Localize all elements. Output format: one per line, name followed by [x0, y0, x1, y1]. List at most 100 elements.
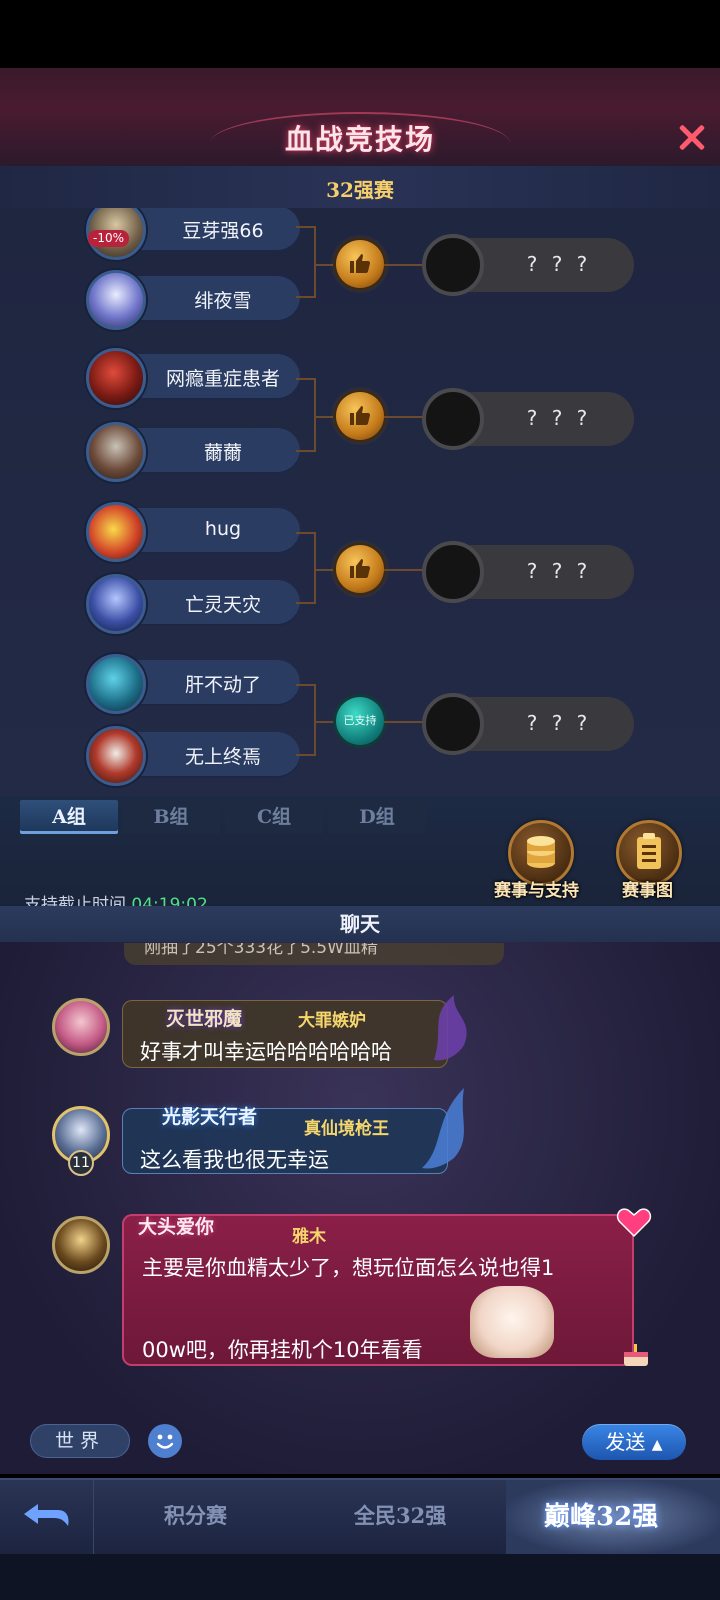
bracket-player[interactable]: 无上终焉	[86, 726, 300, 786]
bracket-player[interactable]: 绯夜雪	[86, 270, 300, 330]
bracket-connector	[316, 569, 336, 571]
winner-avatar-placeholder	[422, 693, 484, 755]
player-avatar	[86, 270, 146, 330]
chat-input[interactable]	[190, 1426, 578, 1458]
vip-level-badge: 11	[68, 1150, 94, 1176]
chat-avatar[interactable]	[52, 998, 110, 1056]
page-title: 血战竞技场	[284, 123, 435, 156]
coins-icon	[527, 836, 555, 868]
blue-wing-icon	[422, 1088, 464, 1169]
tab-group-b[interactable]: B组	[122, 800, 220, 834]
demon-wing-icon	[434, 995, 467, 1061]
bracket-connector	[384, 416, 424, 418]
winner-slot: ? ? ?	[422, 234, 634, 296]
player-name: 肝不动了	[184, 674, 261, 696]
event-chart-label: 赛事图	[622, 881, 673, 901]
bracket-connector	[316, 721, 336, 723]
arrow-up-icon: ▲	[651, 1437, 663, 1453]
winner-avatar-placeholder	[422, 234, 484, 296]
winner-name: ? ? ?	[526, 559, 592, 583]
status-bar-area	[0, 0, 720, 68]
chat-title-plate: 光影天行者	[162, 1106, 258, 1128]
player-avatar	[86, 654, 146, 714]
chat-nickname: 雅木	[292, 1227, 326, 1247]
thumbs-up-icon	[350, 254, 371, 273]
player-name: 薾薾	[203, 442, 242, 464]
send-button[interactable]: 发送 ▲	[582, 1424, 686, 1460]
bracket-player[interactable]: hug	[86, 502, 300, 562]
player-avatar	[86, 726, 146, 786]
winner-slot: ? ? ?	[422, 388, 634, 450]
supported-badge: 已支持	[336, 697, 384, 745]
bracket-connector	[316, 416, 336, 418]
bracket-connector	[384, 569, 424, 571]
bracket-player[interactable]: 肝不动了	[86, 654, 300, 714]
tab-group-a[interactable]: A组	[20, 800, 118, 834]
winner-name: ? ? ?	[526, 252, 592, 276]
clipboard-icon	[637, 833, 661, 869]
player-name: 亡灵天灾	[184, 594, 261, 616]
bracket-player[interactable]: 豆芽强66 -10%	[86, 208, 300, 260]
chat-message-partial: 刚抽了25个333花了5.5W血精	[124, 943, 504, 965]
like-button[interactable]	[336, 392, 384, 440]
winner-avatar-placeholder	[422, 388, 484, 450]
back-button[interactable]	[0, 1480, 94, 1554]
events-support-label: 赛事与支持	[494, 881, 579, 901]
player-name: 无上终焉	[184, 746, 261, 768]
player-avatar	[86, 422, 146, 482]
back-arrow-icon	[24, 1504, 69, 1526]
player-name: 豆芽强66	[182, 220, 264, 242]
tab-points-match[interactable]: 积分赛	[164, 1500, 227, 1530]
chat-avatar[interactable]	[52, 1216, 110, 1274]
like-button[interactable]	[336, 240, 384, 288]
tab-group-c[interactable]: C组	[225, 800, 323, 834]
bracket-connector	[296, 532, 316, 604]
thumbs-up-icon	[350, 406, 371, 425]
tab-peak-top32[interactable]: 巅峰32强	[544, 1496, 658, 1533]
bracket-player[interactable]: 网瘾重症患者	[86, 348, 300, 408]
smiley-icon	[156, 1434, 174, 1449]
chat-message-text: 这么看我也很无幸运	[140, 1148, 329, 1172]
like-button[interactable]	[336, 545, 384, 593]
chat-message-text: 好事才叫幸运哈哈哈哈哈哈	[140, 1040, 392, 1064]
bracket-connector	[384, 264, 424, 266]
channel-select[interactable]: 世界	[30, 1424, 130, 1458]
cake-icon	[624, 1344, 648, 1366]
bracket-player[interactable]: 薾薾	[86, 422, 300, 482]
chat-message-text: 主要是你血精太少了，想玩位面怎么说也得1	[142, 1256, 555, 1280]
chibi-sticker-icon	[470, 1286, 554, 1358]
heart-icon	[616, 1208, 652, 1238]
player-name: hug	[204, 518, 242, 540]
emoji-button[interactable]	[148, 1424, 182, 1458]
player-avatar	[86, 348, 146, 408]
player-avatar	[86, 502, 146, 562]
winner-avatar-placeholder	[422, 541, 484, 603]
bracket-connector	[296, 226, 316, 298]
player-name: 网瘾重症患者	[165, 368, 280, 390]
winner-slot: ? ? ?	[422, 693, 634, 755]
player-name: 绯夜雪	[194, 290, 252, 312]
winner-name: ? ? ?	[526, 406, 592, 430]
bracket-connector	[296, 378, 316, 452]
send-label: 发送	[605, 1430, 646, 1454]
bracket-connector	[384, 721, 424, 723]
winner-slot: ? ? ?	[422, 541, 634, 603]
chat-nickname: 真仙境枪王	[304, 1119, 389, 1139]
chat-title-plate: 大头爱你	[138, 1216, 215, 1238]
chat-nickname: 大罪嫉妒	[298, 1011, 366, 1031]
chat-header: 聊天	[0, 906, 720, 942]
tab-all-top32[interactable]: 全民32强	[354, 1500, 446, 1530]
thumbs-up-icon	[350, 559, 371, 578]
bracket-panel: 豆芽强66 -10% 绯夜雪 ? ? ? 网瘾重症患者 薾薾 ? ? ? hug…	[0, 208, 720, 814]
system-nav-area	[0, 1554, 720, 1600]
rank-change-badge: -10%	[88, 230, 130, 247]
bracket-player[interactable]: 亡灵天灾	[86, 574, 300, 634]
chat-message-text: 00w吧，你再挂机个10年看看	[142, 1338, 423, 1362]
player-avatar	[86, 574, 146, 634]
close-button[interactable]	[672, 118, 712, 158]
winner-name: ? ? ?	[526, 711, 592, 735]
chat-title-plate: 灭世邪魔	[166, 1008, 243, 1030]
bracket-connector	[296, 684, 316, 756]
tab-group-d[interactable]: D组	[328, 800, 426, 834]
bracket-connector	[316, 264, 336, 266]
